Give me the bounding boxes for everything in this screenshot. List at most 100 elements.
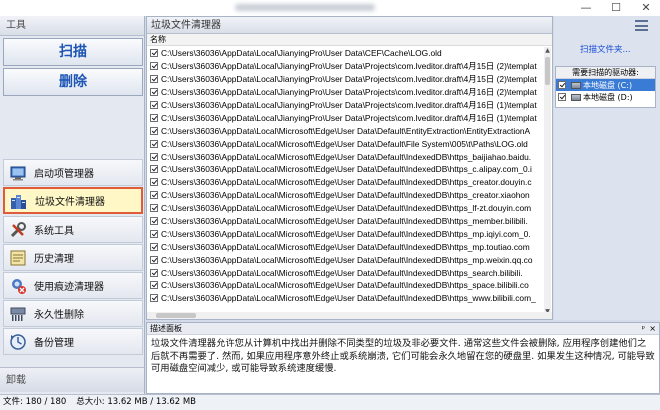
file-checkbox[interactable] [150,191,158,200]
file-row[interactable]: C:\Users\36036\AppData\Local\Microsoft\E… [147,189,545,202]
nav-label: 备份管理 [34,338,74,349]
file-path: C:\Users\36036\AppData\Local\Microsoft\E… [161,228,531,239]
file-row[interactable]: C:\Users\36036\AppData\Local\Microsoft\E… [147,266,545,279]
nav-startup-manager[interactable]: 启动项管理器 [3,159,143,186]
file-path: C:\Users\36036\AppData\Local\Microsoft\E… [161,216,528,227]
file-path: C:\Users\36036\AppData\Local\Microsoft\E… [161,267,523,278]
tools-header: 工具 [0,16,144,36]
vertical-scrollbar[interactable]: ▲ ▼ [544,47,551,315]
scan-folder-link[interactable]: 扫描文件夹... [580,43,631,55]
status-bar: 文件: 180 / 180 总大小: 13.62 MB / 13.62 MB [0,394,660,410]
close-icon[interactable]: × [649,323,656,335]
scroll-thumb-horizontal[interactable] [156,313,196,318]
nav-traces-cleaner[interactable]: 使用痕迹清理器 [3,272,143,299]
file-row[interactable]: C:\Users\36036\AppData\Local\Microsoft\E… [147,137,545,150]
drives-header: 需要扫描的驱动器: [556,67,655,79]
panel-title: 垃圾文件清理器 [147,17,552,34]
file-path: C:\Users\36036\AppData\Local\Microsoft\E… [161,138,528,149]
file-row[interactable]: C:\Users\36036\AppData\Local\Microsoft\E… [147,292,545,305]
status-file-count: 文件: 180 / 180 [3,397,67,407]
nav-history-clean[interactable]: 历史清理 [3,244,143,271]
file-path: C:\Users\36036\AppData\Local\Microsoft\E… [161,125,531,136]
file-checkbox[interactable] [150,294,158,303]
nav-permanent-delete[interactable]: 永久性删除 [3,300,143,327]
file-checkbox[interactable] [150,88,158,97]
file-row[interactable]: C:\Users\36036\AppData\Local\Microsoft\E… [147,240,545,253]
nav-label: 启动项管理器 [34,169,94,180]
file-path: C:\Users\36036\AppData\Local\JianyingPro… [161,61,537,72]
file-checkbox[interactable] [150,268,158,277]
nav-backup-manager[interactable]: 备份管理 [3,328,143,355]
file-checkbox[interactable] [150,229,158,238]
description-text: 垃圾文件清理器允许您从计算机中找出并删除不同类型的垃圾及非必要文件. 通常这些文… [151,338,655,374]
minimize-button[interactable]: — [578,1,594,15]
nav-label: 系统工具 [34,226,74,237]
file-checkbox[interactable] [150,165,158,174]
drive-label: 本地磁盘 (D:) [583,92,633,102]
file-row[interactable]: C:\Users\36036\AppData\Local\Microsoft\E… [147,163,545,176]
title-bar: — ☐ ✕ [0,0,660,16]
file-path: C:\Users\36036\AppData\Local\Microsoft\E… [161,280,529,291]
junk-file-list-panel: 垃圾文件清理器 名称 C:\Users\36036\AppData\Local\… [146,16,553,320]
file-checkbox[interactable] [150,152,158,161]
uninstall-section[interactable]: 卸载 [0,367,144,392]
description-panel: 描述面板 ᵖ × 垃圾文件清理器允许您从计算机中找出并删除不同类型的垃圾及非必要… [146,322,660,394]
file-row[interactable]: C:\Users\36036\AppData\Local\JianyingPro… [147,60,545,73]
file-checkbox[interactable] [150,178,158,187]
file-path: C:\Users\36036\AppData\Local\JianyingPro… [161,87,537,98]
nav-label: 使用痕迹清理器 [34,282,104,293]
file-row[interactable]: C:\Users\36036\AppData\Local\JianyingPro… [147,111,545,124]
file-checkbox[interactable] [150,49,158,58]
file-checkbox[interactable] [150,139,158,148]
file-row[interactable]: C:\Users\36036\AppData\Local\JianyingPro… [147,86,545,99]
file-checkbox[interactable] [150,204,158,213]
traces-icon [8,276,28,296]
file-path: C:\Users\36036\AppData\Local\Microsoft\E… [161,151,532,162]
file-checkbox[interactable] [150,242,158,251]
file-checkbox[interactable] [150,75,158,84]
pin-icon[interactable]: ᵖ [642,323,645,335]
nav-system-tools[interactable]: 系统工具 [3,216,143,243]
file-row[interactable]: C:\Users\36036\AppData\Local\Microsoft\E… [147,124,545,137]
nav-junk-cleaner[interactable]: 垃圾文件清理器 [3,187,143,214]
file-path: C:\Users\36036\AppData\Local\Microsoft\E… [161,164,532,175]
file-checkbox[interactable] [150,113,158,122]
file-checkbox[interactable] [150,217,158,226]
column-header-name[interactable]: 名称 [147,34,552,46]
file-path: C:\Users\36036\AppData\Local\Microsoft\E… [161,254,533,265]
drive-checkbox[interactable] [558,81,566,89]
file-row[interactable]: C:\Users\36036\AppData\Local\Microsoft\E… [147,215,545,228]
junk-cleaner-icon [9,191,29,211]
file-path: C:\Users\36036\AppData\Local\JianyingPro… [161,112,537,123]
file-row[interactable]: C:\Users\36036\AppData\Local\Microsoft\E… [147,227,545,240]
scan-button[interactable]: 扫描 [3,38,143,66]
file-path: C:\Users\36036\AppData\Local\Microsoft\E… [161,190,530,201]
file-row[interactable]: C:\Users\36036\AppData\Local\Microsoft\E… [147,176,545,189]
file-checkbox[interactable] [150,255,158,264]
hamburger-menu-icon[interactable] [635,20,648,31]
file-row[interactable]: C:\Users\36036\AppData\Local\JianyingPro… [147,73,545,86]
maximize-button[interactable]: ☐ [608,1,624,15]
scroll-up-icon[interactable]: ▲ [544,47,551,54]
file-checkbox[interactable] [150,101,158,109]
file-checkbox[interactable] [150,126,158,135]
file-row[interactable]: C:\Users\36036\AppData\Local\Microsoft\E… [147,150,545,163]
file-checkbox[interactable] [150,281,158,290]
delete-button[interactable]: 删除 [3,68,143,96]
file-checkbox[interactable] [150,62,158,71]
drive-checkbox[interactable] [558,93,566,101]
file-row[interactable]: C:\Users\36036\AppData\Local\JianyingPro… [147,47,545,60]
horizontal-scrollbar[interactable] [147,312,552,319]
drive-item-c[interactable]: 本地磁盘 (C:) [556,79,655,91]
file-row[interactable]: C:\Users\36036\AppData\Local\JianyingPro… [147,99,545,112]
file-row[interactable]: C:\Users\36036\AppData\Local\Microsoft\E… [147,253,545,266]
close-button[interactable]: ✕ [638,1,654,15]
nav-label: 历史清理 [34,254,74,265]
disk-icon [571,93,581,101]
scroll-thumb[interactable] [545,57,550,85]
startup-icon [8,163,28,183]
drive-item-d[interactable]: 本地磁盘 (D:) [556,91,655,103]
file-row[interactable]: C:\Users\36036\AppData\Local\Microsoft\E… [147,279,545,292]
tools-icon [8,220,28,240]
file-row[interactable]: C:\Users\36036\AppData\Local\Microsoft\E… [147,202,545,215]
